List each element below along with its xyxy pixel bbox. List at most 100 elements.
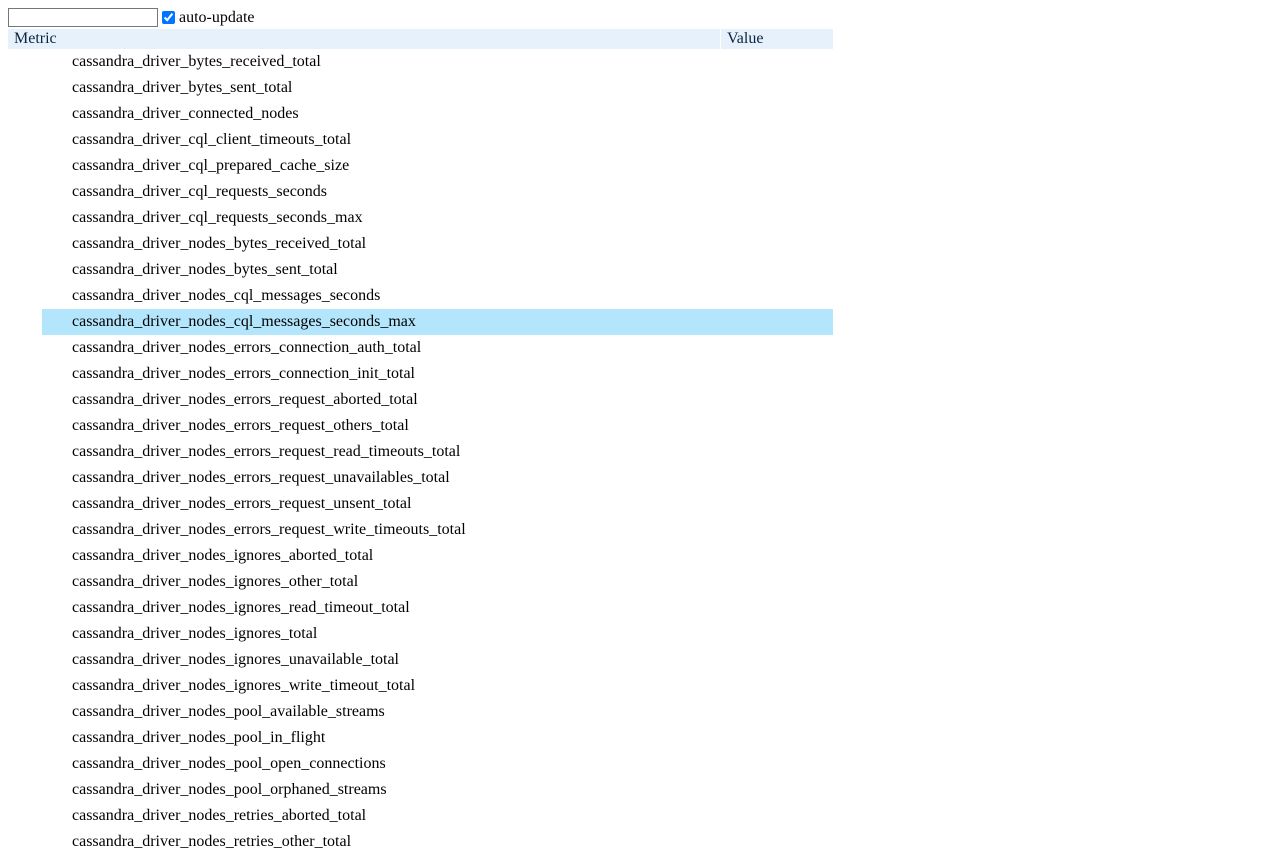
table-row[interactable]: cassandra_driver_nodes_ignores_write_tim… (8, 673, 833, 699)
table-row[interactable]: cassandra_driver_nodes_cql_messages_seco… (8, 283, 833, 309)
expand-icon[interactable] (42, 49, 66, 75)
metric-name-cell: cassandra_driver_nodes_cql_messages_seco… (66, 283, 721, 309)
expand-icon[interactable] (42, 465, 66, 491)
expand-icon[interactable] (42, 413, 66, 439)
row-indent (8, 439, 42, 465)
metric-value-cell (721, 439, 834, 465)
table-row[interactable]: cassandra_driver_bytes_sent_total (8, 75, 833, 101)
metric-name-cell: cassandra_driver_cql_client_timeouts_tot… (66, 127, 721, 153)
expand-icon[interactable] (42, 101, 66, 127)
auto-update-label[interactable]: auto-update (179, 9, 255, 27)
expand-icon[interactable] (42, 127, 66, 153)
metric-name-cell: cassandra_driver_bytes_received_total (66, 49, 721, 75)
row-indent (8, 699, 42, 725)
table-row[interactable]: cassandra_driver_nodes_errors_request_un… (8, 491, 833, 517)
table-row[interactable]: cassandra_driver_connected_nodes (8, 101, 833, 127)
table-row[interactable]: cassandra_driver_nodes_cql_messages_seco… (8, 309, 833, 335)
table-row[interactable]: cassandra_driver_nodes_pool_open_connect… (8, 751, 833, 777)
metric-name-cell: cassandra_driver_nodes_errors_request_re… (66, 439, 721, 465)
table-row[interactable]: cassandra_driver_nodes_errors_request_un… (8, 465, 833, 491)
column-header-value[interactable]: Value (721, 29, 834, 49)
metric-value-cell (721, 543, 834, 569)
metric-name-cell: cassandra_driver_nodes_bytes_sent_total (66, 257, 721, 283)
expand-icon[interactable] (42, 595, 66, 621)
expand-icon[interactable] (42, 335, 66, 361)
metric-name-cell: cassandra_driver_nodes_bytes_received_to… (66, 231, 721, 257)
table-row[interactable]: cassandra_driver_nodes_retries_other_tot… (8, 829, 833, 855)
row-indent (8, 621, 42, 647)
metric-value-cell (721, 387, 834, 413)
metric-name-cell: cassandra_driver_nodes_ignores_other_tot… (66, 569, 721, 595)
metric-name-cell: cassandra_driver_nodes_retries_aborted_t… (66, 803, 721, 829)
table-row[interactable]: cassandra_driver_nodes_errors_request_wr… (8, 517, 833, 543)
row-indent (8, 231, 42, 257)
table-row[interactable]: cassandra_driver_cql_requests_seconds_ma… (8, 205, 833, 231)
table-row[interactable]: cassandra_driver_nodes_ignores_read_time… (8, 595, 833, 621)
expand-icon[interactable] (42, 803, 66, 829)
expand-icon[interactable] (42, 231, 66, 257)
expand-icon[interactable] (42, 829, 66, 855)
expand-icon[interactable] (42, 647, 66, 673)
row-indent (8, 517, 42, 543)
metric-name-cell: cassandra_driver_cql_requests_seconds (66, 179, 721, 205)
expand-icon[interactable] (42, 699, 66, 725)
metric-value-cell (721, 699, 834, 725)
metric-name-cell: cassandra_driver_nodes_errors_request_ot… (66, 413, 721, 439)
table-row[interactable]: cassandra_driver_cql_prepared_cache_size (8, 153, 833, 179)
table-row[interactable]: cassandra_driver_nodes_bytes_sent_total (8, 257, 833, 283)
filter-input[interactable] (8, 8, 158, 27)
expand-icon[interactable] (42, 205, 66, 231)
metric-value-cell (721, 595, 834, 621)
metric-value-cell (721, 309, 834, 335)
table-row[interactable]: cassandra_driver_nodes_bytes_received_to… (8, 231, 833, 257)
row-indent (8, 127, 42, 153)
expand-icon[interactable] (42, 621, 66, 647)
expand-icon[interactable] (42, 75, 66, 101)
table-row[interactable]: cassandra_driver_nodes_errors_request_ab… (8, 387, 833, 413)
metric-name-cell: cassandra_driver_nodes_errors_connection… (66, 335, 721, 361)
table-row[interactable]: cassandra_driver_nodes_retries_aborted_t… (8, 803, 833, 829)
expand-icon[interactable] (42, 673, 66, 699)
expand-icon[interactable] (42, 491, 66, 517)
metric-name-cell: cassandra_driver_nodes_ignores_read_time… (66, 595, 721, 621)
table-row[interactable]: cassandra_driver_cql_client_timeouts_tot… (8, 127, 833, 153)
table-row[interactable]: cassandra_driver_nodes_ignores_other_tot… (8, 569, 833, 595)
column-header-metric[interactable]: Metric (8, 29, 721, 49)
expand-icon[interactable] (42, 257, 66, 283)
table-row[interactable]: cassandra_driver_cql_requests_seconds (8, 179, 833, 205)
table-row[interactable]: cassandra_driver_nodes_pool_in_flight (8, 725, 833, 751)
expand-icon[interactable] (42, 361, 66, 387)
metric-value-cell (721, 673, 834, 699)
table-row[interactable]: cassandra_driver_nodes_ignores_aborted_t… (8, 543, 833, 569)
row-indent (8, 543, 42, 569)
table-row[interactable]: cassandra_driver_nodes_errors_request_re… (8, 439, 833, 465)
controls-bar: auto-update (8, 8, 1272, 27)
table-row[interactable]: cassandra_driver_bytes_received_total (8, 49, 833, 75)
table-row[interactable]: cassandra_driver_nodes_errors_request_ot… (8, 413, 833, 439)
expand-icon[interactable] (42, 153, 66, 179)
expand-icon[interactable] (42, 309, 66, 335)
expand-icon[interactable] (42, 179, 66, 205)
table-row[interactable]: cassandra_driver_nodes_errors_connection… (8, 361, 833, 387)
expand-icon[interactable] (42, 387, 66, 413)
expand-icon[interactable] (42, 517, 66, 543)
metrics-table-wrap: Metric Value cassandra_driver_bytes_rece… (8, 29, 1272, 855)
metric-value-cell (721, 829, 834, 855)
table-row[interactable]: cassandra_driver_nodes_pool_available_st… (8, 699, 833, 725)
expand-icon[interactable] (42, 283, 66, 309)
expand-icon[interactable] (42, 751, 66, 777)
row-indent (8, 569, 42, 595)
expand-icon[interactable] (42, 569, 66, 595)
table-row[interactable]: cassandra_driver_nodes_ignores_total (8, 621, 833, 647)
expand-icon[interactable] (42, 439, 66, 465)
auto-update-checkbox[interactable] (162, 11, 175, 24)
expand-icon[interactable] (42, 725, 66, 751)
expand-icon[interactable] (42, 777, 66, 803)
table-row[interactable]: cassandra_driver_nodes_errors_connection… (8, 335, 833, 361)
expand-icon[interactable] (42, 543, 66, 569)
table-row[interactable]: cassandra_driver_nodes_ignores_unavailab… (8, 647, 833, 673)
table-row[interactable]: cassandra_driver_nodes_pool_orphaned_str… (8, 777, 833, 803)
metric-value-cell (721, 231, 834, 257)
row-indent (8, 491, 42, 517)
metric-value-cell (721, 413, 834, 439)
